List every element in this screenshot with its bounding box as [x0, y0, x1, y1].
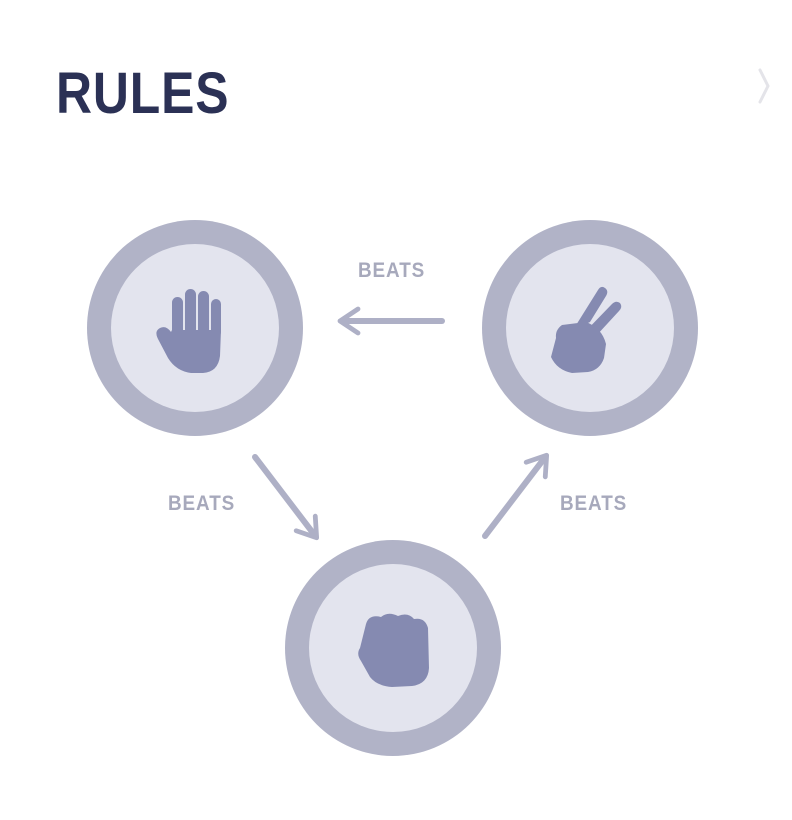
- arrow-rock-to-scissors: [482, 452, 550, 539]
- paper-choice[interactable]: [87, 220, 303, 436]
- beats-label-scissors-paper: BEATS: [358, 259, 426, 282]
- arrow-paper-to-rock: [252, 454, 320, 541]
- scissors-choice[interactable]: [482, 220, 698, 436]
- rules-diagram: [87, 220, 698, 756]
- beats-label-rock-scissors: BEATS: [560, 492, 628, 515]
- beats-label-paper-rock: BEATS: [168, 492, 236, 515]
- rules-modal: RULES BEATS BEATS BEATS: [0, 0, 792, 820]
- rock-choice[interactable]: [285, 540, 501, 756]
